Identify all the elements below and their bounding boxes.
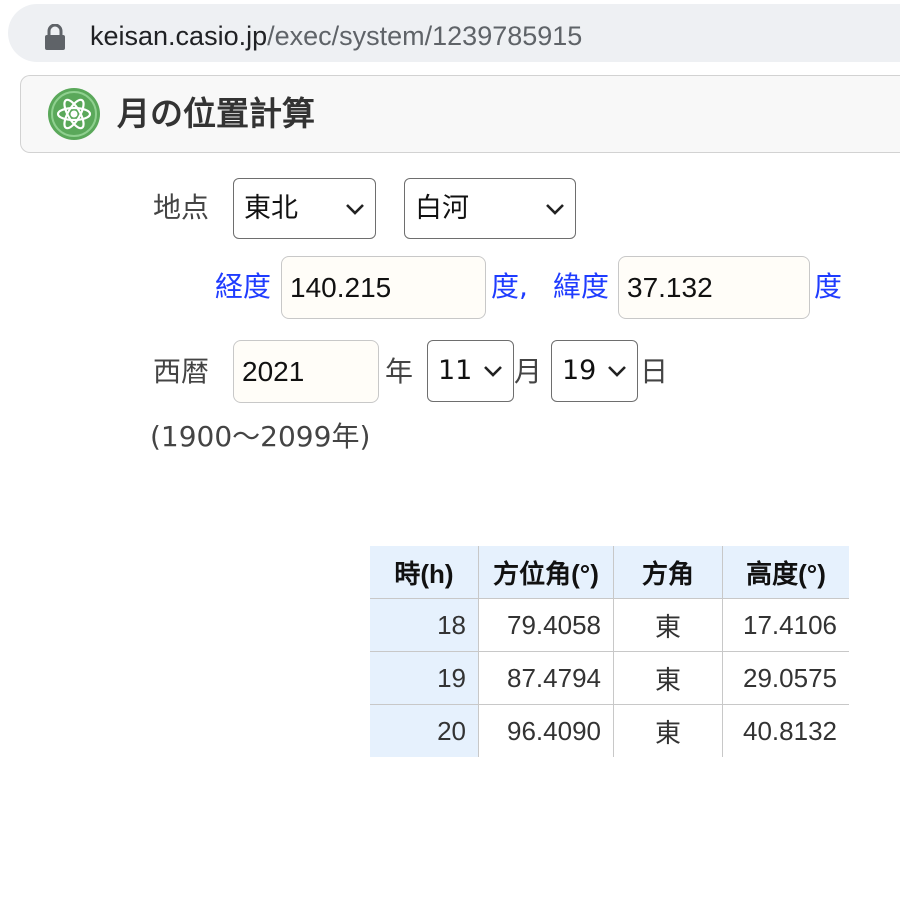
- month-value: 11: [438, 355, 473, 386]
- table-row: 19 87.4794 東 29.0575: [370, 651, 849, 705]
- latitude-unit: 度: [814, 270, 843, 303]
- region-value: 東北: [244, 192, 298, 224]
- latitude-label: 緯度: [553, 270, 610, 303]
- city-value: 白河: [415, 192, 469, 224]
- month-select[interactable]: 11: [427, 340, 514, 402]
- cell-azimuth: 96.4090: [478, 704, 614, 757]
- cell-altitude: 40.8132: [743, 715, 837, 746]
- atom-icon: [48, 88, 100, 140]
- year-range-note: (1900〜2099年): [150, 420, 371, 453]
- cell-direction: 東: [613, 704, 723, 757]
- header-hour: 時(h): [370, 546, 479, 599]
- url-path: /exec/system/1239785915: [267, 21, 583, 51]
- cell-hour: 19: [370, 651, 479, 705]
- url-text: keisan.casio.jp/exec/system/1239785915: [90, 18, 582, 54]
- longitude-input[interactable]: [281, 256, 486, 319]
- cell-direction: 東: [613, 651, 723, 705]
- location-label: 地点: [153, 191, 210, 224]
- lock-icon: [45, 24, 65, 50]
- table-header-row: 時(h) 方位角(°) 方角 高度(°): [370, 546, 849, 599]
- header-altitude: 高度(°): [722, 546, 849, 599]
- cell-hour: 20: [370, 704, 479, 757]
- page-header: 月の位置計算: [20, 75, 900, 153]
- cell-altitude: 17.4106: [722, 598, 849, 652]
- longitude-label: 経度: [215, 270, 272, 303]
- table-row: 18 79.4058 東 17.4106: [370, 598, 849, 652]
- page-title: 月の位置計算: [117, 94, 315, 133]
- latitude-input[interactable]: [618, 256, 810, 319]
- region-select[interactable]: 東北: [233, 178, 376, 239]
- chevron-down-icon: [608, 366, 626, 377]
- month-unit: 月: [514, 355, 543, 388]
- table-row: 20 96.4090 東 40.8132: [370, 704, 849, 757]
- cell-altitude: 29.0575: [722, 651, 849, 705]
- chevron-down-icon: [346, 203, 364, 215]
- chevron-down-icon: [546, 203, 564, 215]
- day-select[interactable]: 19: [551, 340, 638, 402]
- year-unit: 年: [385, 355, 414, 388]
- cell-direction: 東: [613, 598, 723, 652]
- cell-hour: 18: [370, 598, 479, 652]
- cell-azimuth: 79.4058: [478, 598, 614, 652]
- era-label: 西暦: [153, 355, 210, 388]
- header-azimuth: 方位角(°): [478, 546, 614, 599]
- header-direction: 方角: [613, 546, 723, 599]
- longitude-unit: 度,: [491, 270, 528, 303]
- url-host: keisan.casio.jp: [90, 21, 268, 51]
- result-table: 時(h) 方位角(°) 方角 高度(°) 18 79.4058 東 17.410…: [370, 546, 849, 757]
- address-bar[interactable]: keisan.casio.jp/exec/system/1239785915: [8, 4, 900, 62]
- day-value: 19: [562, 355, 597, 386]
- cell-azimuth: 87.4794: [478, 651, 614, 705]
- year-input[interactable]: [233, 340, 379, 403]
- city-select[interactable]: 白河: [404, 178, 576, 239]
- chevron-down-icon: [484, 366, 502, 377]
- day-unit: 日: [640, 355, 669, 388]
